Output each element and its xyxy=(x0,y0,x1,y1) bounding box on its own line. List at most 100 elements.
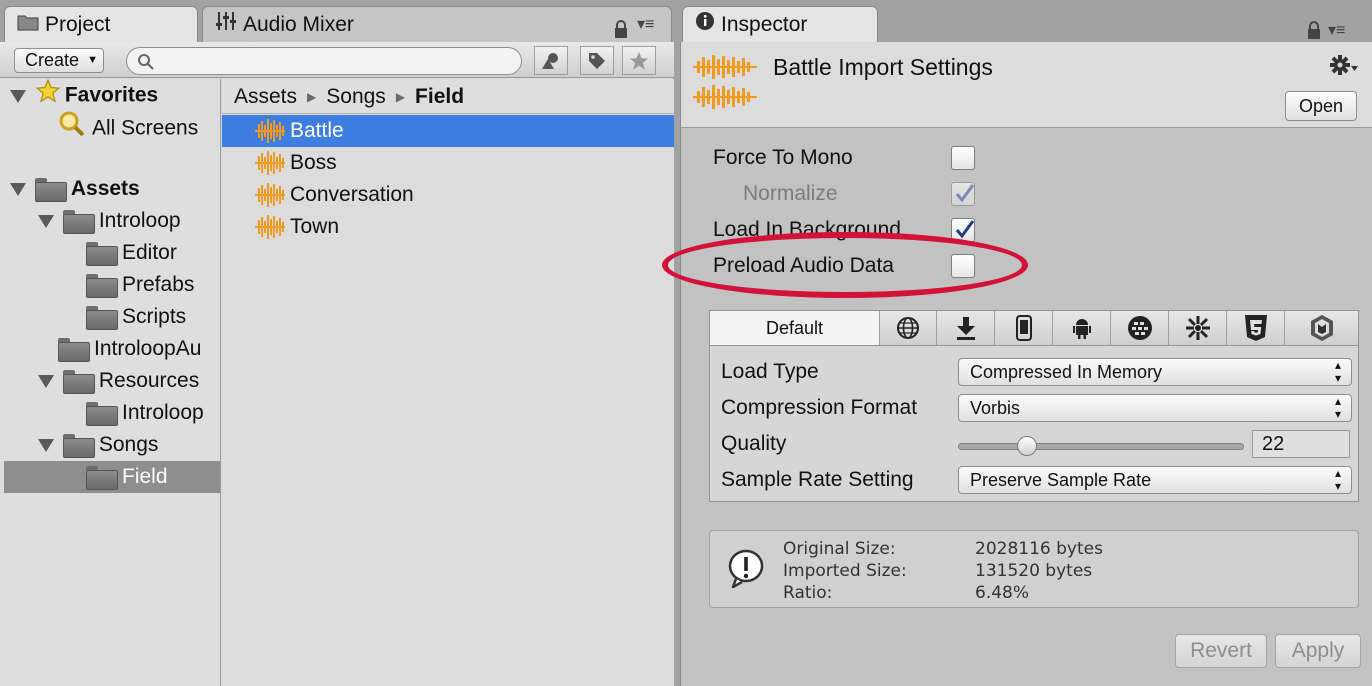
tree-item-editor[interactable]: Editor xyxy=(86,237,177,269)
file-item-boss[interactable]: Boss xyxy=(222,147,674,179)
gear-icon[interactable] xyxy=(1329,54,1359,83)
sample-rate-setting-dropdown[interactable]: Preserve Sample Rate ▴ ▾ xyxy=(958,466,1352,494)
tab-inspector-label: Inspector xyxy=(721,13,808,36)
warning-icon xyxy=(726,549,766,594)
quality-label: Quality xyxy=(721,432,787,455)
tree-item-introloop[interactable]: Introloop xyxy=(38,205,181,237)
tab-audio-mixer[interactable]: Audio Mixer ▾≡ xyxy=(202,6,672,43)
quality-slider-track[interactable] xyxy=(958,443,1244,450)
breadcrumb-arrow-icon: ▶ xyxy=(395,89,406,104)
import-info-box: Original Size: 2028116 bytes Imported Si… xyxy=(709,530,1359,608)
file-label: Battle xyxy=(290,119,344,142)
normalize-label: Normalize xyxy=(743,182,838,205)
tree-item-prefabs[interactable]: Prefabs xyxy=(86,269,194,301)
filter-by-type-button[interactable] xyxy=(534,46,568,75)
tab-default[interactable]: Default xyxy=(710,311,880,345)
tab-project-label: Project xyxy=(45,13,111,36)
compression-format-label: Compression Format xyxy=(721,396,918,419)
folder-icon xyxy=(17,7,39,43)
create-button[interactable]: Create ▼ xyxy=(14,48,104,73)
folder-icon xyxy=(58,338,90,363)
file-item-battle[interactable]: Battle xyxy=(222,115,674,147)
load-type-value: Compressed In Memory xyxy=(970,362,1163,382)
expand-triangle-icon[interactable] xyxy=(38,438,54,452)
file-item-conversation[interactable]: Conversation xyxy=(222,179,674,211)
tree-item-songs[interactable]: Songs xyxy=(38,429,158,461)
tree-item-all-screens[interactable]: All Screens xyxy=(58,111,198,143)
folder-icon xyxy=(86,274,118,299)
blackberry-icon xyxy=(1127,316,1152,340)
quality-slider-thumb[interactable] xyxy=(1016,436,1037,456)
tab-tizen[interactable] xyxy=(1169,311,1227,345)
compression-format-dropdown[interactable]: Vorbis ▴ ▾ xyxy=(958,394,1352,422)
tree-label: Introloop xyxy=(122,401,204,424)
original-size-value: 2028116 bytes xyxy=(975,539,1103,559)
globe-icon xyxy=(897,317,919,339)
tab-project[interactable]: Project xyxy=(4,6,198,43)
tab-samsung-tv[interactable] xyxy=(1285,311,1359,345)
inspector-menu-icon[interactable]: ▾≡ xyxy=(1328,20,1345,40)
tree-label: Editor xyxy=(122,241,177,264)
audio-clip-icon xyxy=(255,214,285,250)
inspector-panel: Battle Import Settings Open Force To Mon… xyxy=(680,42,1372,686)
search-input[interactable] xyxy=(126,47,522,75)
file-label: Town xyxy=(290,215,340,238)
tree-item-favorites[interactable]: Favorites xyxy=(10,78,158,111)
tab-android[interactable] xyxy=(1053,311,1111,345)
open-button[interactable]: Open xyxy=(1285,91,1357,121)
audio-clip-icon xyxy=(693,52,757,115)
folder-icon xyxy=(86,466,118,491)
tree-item-assets[interactable]: Assets xyxy=(10,173,140,205)
force-to-mono-checkbox[interactable] xyxy=(951,146,975,170)
revert-button[interactable]: Revert xyxy=(1175,634,1267,668)
tab-standalone[interactable] xyxy=(937,311,995,345)
expand-triangle-icon[interactable] xyxy=(38,214,54,228)
tab-html5[interactable] xyxy=(1227,311,1285,345)
expand-triangle-icon[interactable] xyxy=(10,182,26,196)
tab-blackberry[interactable] xyxy=(1111,311,1169,345)
tree-item-scripts[interactable]: Scripts xyxy=(86,301,186,333)
inspector-header: Battle Import Settings Open xyxy=(681,42,1372,128)
filter-by-label-button[interactable] xyxy=(580,46,614,75)
sample-rate-setting-label: Sample Rate Setting xyxy=(721,468,914,491)
load-type-dropdown[interactable]: Compressed In Memory ▴ ▾ xyxy=(958,358,1352,386)
tab-webgl[interactable] xyxy=(880,311,937,345)
breadcrumb-item[interactable]: Field xyxy=(415,85,464,108)
tree-label: Prefabs xyxy=(122,273,195,296)
imported-size-label: Imported Size: xyxy=(783,561,907,581)
platform-settings: Default Load Type Compressed In Memory ▴… xyxy=(709,310,1359,502)
expand-triangle-icon[interactable] xyxy=(10,89,26,103)
folder-icon xyxy=(86,402,118,427)
breadcrumb-arrow-icon: ▶ xyxy=(307,89,317,104)
panel-menu-icon[interactable]: ▾≡ xyxy=(637,7,654,43)
force-to-mono-label: Force To Mono xyxy=(713,146,853,169)
tree-label: Introloop xyxy=(98,209,181,232)
sample-rate-setting-value: Preserve Sample Rate xyxy=(970,470,1152,490)
imported-size-value: 131520 bytes xyxy=(975,561,1093,581)
breadcrumb-item[interactable]: Assets xyxy=(234,85,297,108)
breadcrumb-item[interactable]: Songs xyxy=(326,85,386,108)
expand-triangle-icon[interactable] xyxy=(38,374,54,388)
tree-label: Scripts xyxy=(122,305,187,328)
search-icon xyxy=(138,54,154,70)
tree-item-introloopau[interactable]: IntroloopAu xyxy=(58,333,221,365)
folder-icon xyxy=(86,242,118,267)
ratio-value: 6.48% xyxy=(975,583,1030,603)
apply-button[interactable]: Apply xyxy=(1275,634,1361,668)
create-label: Create xyxy=(25,50,80,70)
quality-input[interactable]: 22 xyxy=(1252,430,1350,458)
tab-inspector[interactable]: Inspector xyxy=(682,6,878,43)
tree-label: Songs xyxy=(98,433,159,456)
tizen-icon xyxy=(1185,316,1210,340)
tab-ios[interactable] xyxy=(995,311,1053,345)
tree-item-introloop-resources[interactable]: Introloop xyxy=(86,397,221,429)
tab-default-label: Default xyxy=(765,317,824,338)
tree-label: Resources xyxy=(98,369,200,392)
updown-arrow-icon: ▴ ▾ xyxy=(1334,394,1341,421)
tree-item-field[interactable]: Field xyxy=(4,461,220,493)
settings-box: Load Type Compressed In Memory ▴ ▾ Compre… xyxy=(709,346,1359,502)
favorite-button[interactable] xyxy=(622,46,656,75)
checkmark-icon xyxy=(955,184,975,203)
tree-item-resources[interactable]: Resources xyxy=(38,365,199,397)
file-item-town[interactable]: Town xyxy=(222,211,674,243)
